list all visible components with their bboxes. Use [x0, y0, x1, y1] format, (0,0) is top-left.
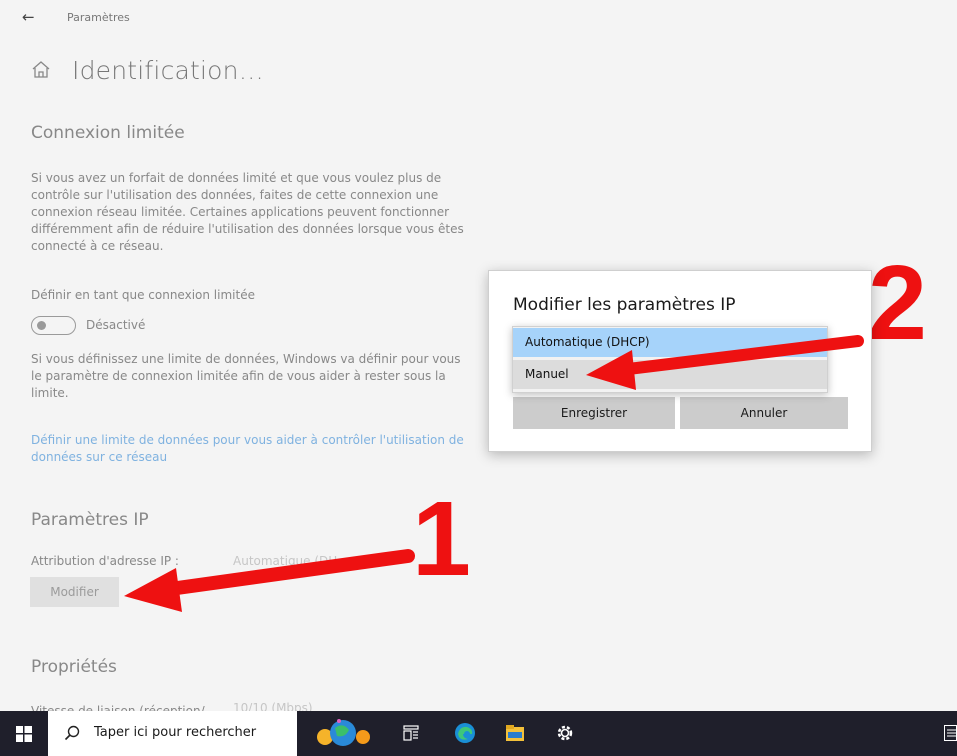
description-line: contrôle sur l'utilisation des données, … [31, 188, 439, 202]
taskbar: Taper ici pour rechercher [0, 711, 957, 756]
link-line[interactable]: données sur ce réseau [31, 449, 464, 466]
windows-start-icon[interactable] [16, 726, 32, 742]
metered-connection-heading: Connexion limitée [31, 123, 185, 143]
metered-connection-toggle[interactable] [31, 316, 76, 335]
home-icon [32, 61, 50, 78]
notification-icon[interactable] [944, 725, 957, 741]
file-explorer-icon[interactable] [505, 723, 525, 743]
cancel-button[interactable]: Annuler [680, 397, 848, 429]
taskbar-search-box[interactable]: Taper ici pour rechercher [48, 711, 297, 756]
toggle-state-label: Désactivé [86, 318, 146, 332]
task-view-icon[interactable] [403, 725, 419, 741]
limit-line: Si vous définissez une limite de données… [31, 352, 461, 366]
back-arrow-icon[interactable]: ← [22, 8, 35, 26]
search-placeholder: Taper ici pour rechercher [94, 725, 257, 740]
description-line: connexion réseau limitée. Certaines appl… [31, 205, 450, 219]
data-limit-description: Si vous définissez une limite de données… [31, 351, 461, 402]
step-1-label: 1 [412, 480, 471, 598]
ip-assignment-value: Automatique (DH [233, 554, 338, 568]
link-line[interactable]: Définir une limite de données pour vous … [31, 432, 464, 449]
modify-ip-button[interactable]: Modifier [30, 577, 119, 607]
search-icon [64, 725, 80, 741]
properties-heading: Propriétés [31, 657, 117, 677]
option-automatic-dhcp[interactable]: Automatique (DHCP) [513, 328, 827, 357]
toggle-knob [37, 321, 46, 330]
ip-mode-dropdown-list[interactable]: Automatique (DHCP) Manuel [512, 326, 828, 393]
edge-browser-icon[interactable] [454, 722, 476, 744]
dialog-title: Modifier les paramètres IP [513, 295, 736, 315]
news-weather-icon[interactable] [315, 716, 373, 750]
limit-line: le paramètre de connexion limitée afin d… [31, 369, 446, 383]
description-line: Si vous avez un forfait de données limit… [31, 171, 442, 185]
ip-settings-heading: Paramètres IP [31, 510, 149, 530]
settings-gear-icon[interactable] [555, 723, 575, 743]
option-manual[interactable]: Manuel [513, 360, 827, 389]
description-line: connecté à ce réseau. [31, 239, 164, 253]
step-2-label: 2 [868, 244, 927, 362]
limit-line: limite. [31, 386, 69, 400]
page-title: Identification… [72, 56, 264, 85]
breadcrumb: Paramètres [67, 11, 130, 24]
description-line: différemment afin de réduire l'utilisati… [31, 222, 464, 236]
set-data-limit-link[interactable]: Définir une limite de données pour vous … [31, 432, 464, 466]
save-button[interactable]: Enregistrer [513, 397, 675, 429]
ip-assignment-label: Attribution d'adresse IP : [31, 554, 179, 568]
metered-toggle-caption: Définir en tant que connexion limitée [31, 288, 255, 302]
metered-description: Si vous avez un forfait de données limit… [31, 170, 464, 255]
